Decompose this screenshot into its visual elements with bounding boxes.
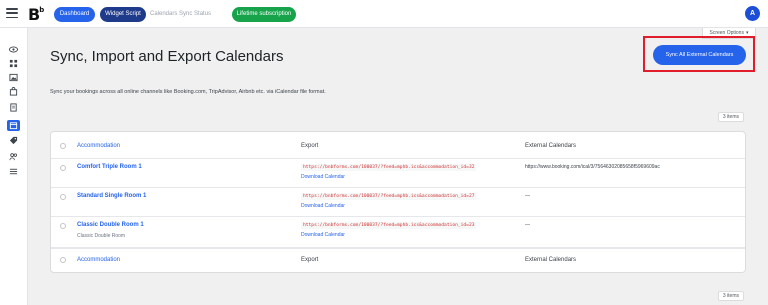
table-row: Standard Single Room 1 https://bnbforms.… [51, 188, 745, 217]
external-calendars-column-header: External Calendars [525, 143, 577, 149]
image-icon[interactable] [8, 73, 19, 82]
table-row: Classic Double Room 1 Classic Double Roo… [51, 217, 745, 248]
export-url[interactable]: https://bnbforms.com/100037/?feed=mphb.i… [301, 222, 477, 229]
download-calendar-link[interactable]: Download Calendar [301, 232, 345, 238]
calendar-icon[interactable] [7, 120, 20, 131]
accommodation-column-header[interactable]: Accommodation [77, 143, 120, 149]
dashboard-button[interactable]: Dashboard [54, 7, 95, 22]
table-row: Comfort Triple Room 1 https://bnbforms.c… [51, 159, 745, 188]
external-calendar-value: — [525, 222, 530, 228]
widget-script-button[interactable]: Widget Script [100, 7, 146, 22]
download-calendar-link[interactable]: Download Calendar [301, 174, 345, 180]
avatar[interactable]: A [745, 6, 760, 21]
list-icon[interactable] [8, 167, 19, 176]
external-calendars-column-footer: External Calendars [525, 257, 577, 263]
logo-text: B [28, 5, 40, 24]
export-column-header: Export [301, 143, 319, 149]
items-count: 3 items [717, 112, 744, 122]
room-subtitle: Classic Double Room [77, 233, 126, 239]
page-description: Sync your bookings across all online cha… [50, 89, 326, 95]
bag-icon[interactable] [8, 87, 19, 96]
export-column-footer: Export [301, 257, 319, 263]
highlight-box [643, 36, 755, 72]
table-footer-row: Accommodation Export External Calendars [51, 248, 745, 272]
calendars-table: Accommodation Export External Calendars … [50, 131, 746, 273]
accommodation-column-footer[interactable]: Accommodation [77, 257, 120, 263]
top-bar: Bb Dashboard Widget Script Calendars Syn… [0, 0, 768, 28]
external-calendar-value: — [525, 193, 530, 199]
logo-sup: b [39, 6, 44, 14]
page-title: Sync, Import and Export Calendars [50, 48, 284, 65]
select-all-checkbox[interactable] [60, 143, 66, 149]
tag-icon[interactable] [8, 136, 19, 145]
calendars-sync-status-link[interactable]: Calendars Sync Status [150, 7, 211, 22]
sidebar [0, 28, 28, 305]
room-name-link[interactable]: Comfort Triple Room 1 [77, 164, 142, 170]
users-icon[interactable] [8, 152, 19, 161]
room-name-link[interactable]: Standard Single Room 1 [77, 193, 146, 199]
logo[interactable]: Bb [28, 5, 44, 24]
row-checkbox[interactable] [60, 194, 66, 200]
table-header-row: Accommodation Export External Calendars [51, 132, 745, 159]
export-url[interactable]: https://bnbforms.com/100037/?feed=mphb.i… [301, 193, 477, 200]
row-checkbox[interactable] [60, 223, 66, 229]
items-count-bottom: 3 items [717, 291, 744, 301]
export-url[interactable]: https://bnbforms.com/100037/?feed=mphb.i… [301, 164, 477, 171]
download-calendar-link[interactable]: Download Calendar [301, 203, 345, 209]
eye-icon[interactable] [8, 45, 19, 54]
lifetime-subscription-button[interactable]: Lifetime subscription [232, 7, 296, 22]
grid-icon[interactable] [8, 59, 19, 68]
document-icon[interactable] [8, 103, 19, 112]
external-calendar-value: https://www.booking.com/ical/3/756463020… [525, 164, 660, 170]
select-all-checkbox-footer[interactable] [60, 257, 66, 263]
room-name-link[interactable]: Classic Double Room 1 [77, 222, 144, 228]
hamburger-menu-icon[interactable] [6, 8, 18, 18]
row-checkbox[interactable] [60, 165, 66, 171]
